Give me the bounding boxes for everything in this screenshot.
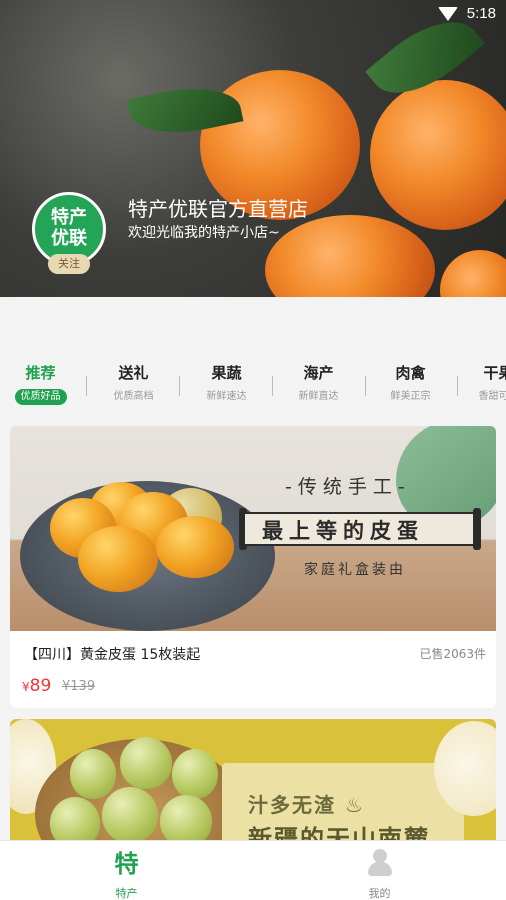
product-sold-count: 已售2063件 xyxy=(419,647,486,661)
category-tabs: 推荐 优质好品 送礼 优质高档 果蔬 新鲜速达 海产 新鲜直达 肉禽 鲜美正宗 … xyxy=(0,362,506,408)
tab-subtitle: 鲜美正宗 xyxy=(390,391,431,402)
nav-item-specialty[interactable]: 特 特产 xyxy=(0,841,253,900)
tab-label: 推荐 xyxy=(25,364,56,382)
follow-button[interactable]: 关注 xyxy=(48,254,90,274)
product-banner-image: -传统手工- 最上等的皮蛋 家庭礼盒装由 xyxy=(10,426,496,631)
product-card[interactable]: 汁多无渣 ♨ 新疆的天山南麓 xyxy=(10,719,496,859)
tab-label: 肉禽 xyxy=(395,364,426,382)
tab-subtitle: 新鲜直达 xyxy=(298,391,339,402)
nav-label: 我的 xyxy=(368,887,391,900)
orange-image xyxy=(370,80,506,230)
price-value: 89 xyxy=(29,676,52,696)
product-title[interactable]: 【四川】黄金皮蛋 15枚装起 xyxy=(24,644,200,664)
status-bar: 5:18 xyxy=(0,0,506,28)
bottom-navigation: 特 特产 我的 xyxy=(0,840,506,900)
tab-subtitle: 香甜可口 xyxy=(478,391,506,402)
banner-tagline: -传统手工- xyxy=(285,476,411,498)
shop-name: 特产优联官方直营店 xyxy=(128,197,308,221)
banner-headline: 最上等的皮蛋 xyxy=(262,519,424,543)
scroll-end xyxy=(473,508,481,550)
product-price: ¥89 xyxy=(22,676,51,696)
product-banner-image: 汁多无渣 ♨ 新疆的天山南麓 xyxy=(10,719,496,859)
tab-dried-fruit[interactable]: 干果 香甜可口 xyxy=(452,362,506,405)
pear-image xyxy=(172,749,218,799)
tab-seafood[interactable]: 海产 新鲜直达 xyxy=(272,362,365,405)
shop-logo-line1: 特产 xyxy=(51,207,87,228)
currency-symbol: ¥ xyxy=(22,680,30,694)
tab-gifts[interactable]: 送礼 优质高档 xyxy=(87,362,180,405)
shop-description: 欢迎光临我的特产小店~ xyxy=(128,225,280,241)
tab-recommend[interactable]: 推荐 优质好品 xyxy=(0,362,87,405)
banner-tagline: 汁多无渣 ♨ xyxy=(248,793,365,817)
pear-image xyxy=(102,787,158,843)
tab-label: 果蔬 xyxy=(211,364,242,382)
orange-image xyxy=(440,250,506,297)
orange-image xyxy=(265,215,435,297)
tab-label: 海产 xyxy=(303,364,334,382)
pear-image xyxy=(120,737,172,789)
nav-item-profile[interactable]: 我的 xyxy=(253,841,506,900)
status-time: 5:18 xyxy=(466,5,496,22)
tab-subtitle: 新鲜速达 xyxy=(206,391,247,402)
tab-label: 干果 xyxy=(483,364,506,382)
nav-label: 特产 xyxy=(115,887,138,900)
product-original-price: ¥139 xyxy=(62,679,96,694)
tab-label: 送礼 xyxy=(118,364,149,382)
shop-header-banner: 5:18 特产 优联 关注 特产优联官方直营店 欢迎光临我的特产小店~ xyxy=(0,0,506,297)
profile-icon xyxy=(367,849,393,877)
tab-subtitle: 优质高档 xyxy=(113,391,154,402)
tab-fruit-veg[interactable]: 果蔬 新鲜速达 xyxy=(180,362,273,405)
product-card[interactable]: -传统手工- 最上等的皮蛋 家庭礼盒装由 【四川】黄金皮蛋 15枚装起 已售20… xyxy=(10,426,496,708)
wifi-icon xyxy=(438,7,458,21)
egg-image xyxy=(78,526,158,592)
egg-image xyxy=(156,516,234,578)
banner-footer: 家庭礼盒装由 xyxy=(304,562,406,578)
tab-subtitle: 优质好品 xyxy=(14,389,67,405)
shop-logo-line2: 优联 xyxy=(51,228,87,249)
tab-meat[interactable]: 肉禽 鲜美正宗 xyxy=(364,362,457,405)
te-logo-icon: 特 xyxy=(114,850,139,878)
pear-image xyxy=(70,749,116,799)
